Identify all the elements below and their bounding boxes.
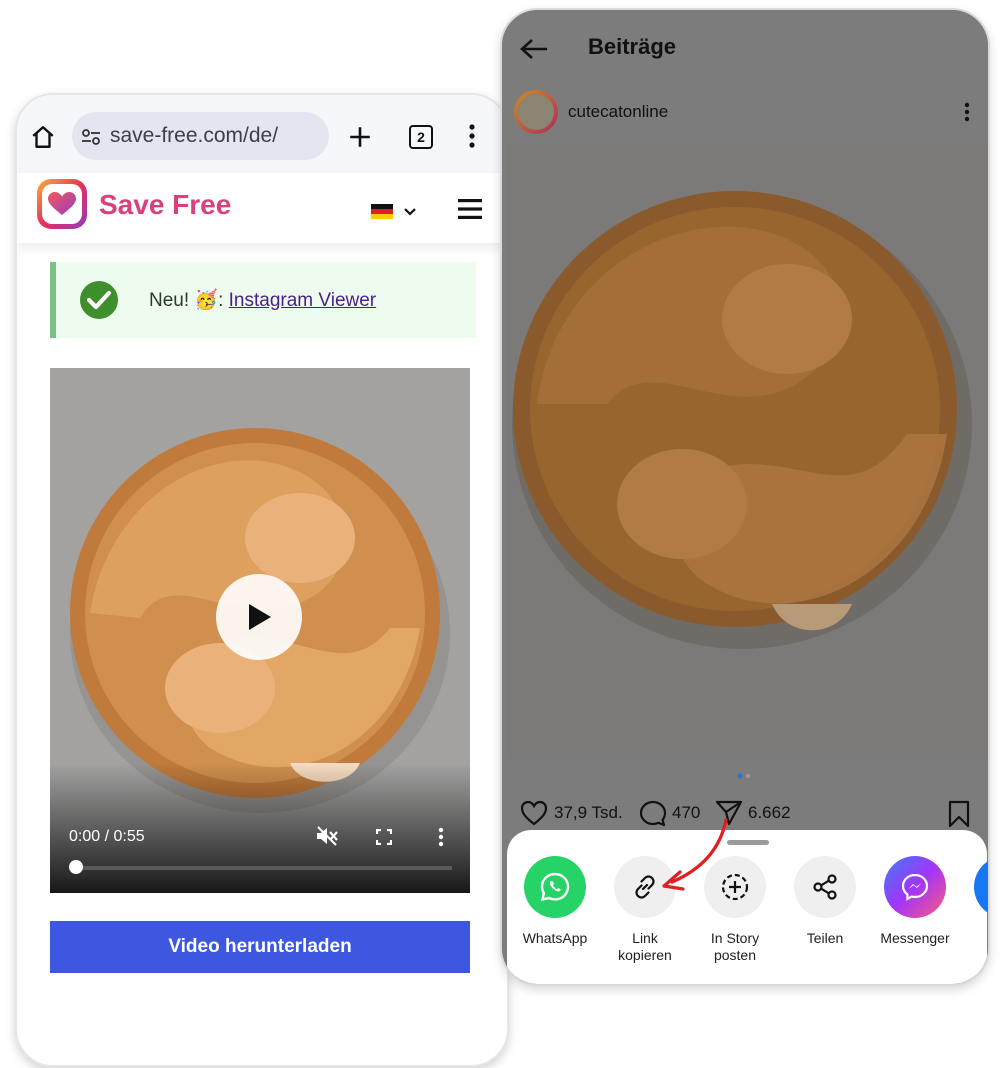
back-arrow-icon[interactable] (520, 38, 548, 60)
home-icon[interactable] (30, 124, 56, 150)
tab-switcher-button[interactable]: 2 (409, 125, 433, 149)
share-add-to-story[interactable]: In Story posten (690, 856, 780, 964)
share-label: Messenger (880, 930, 950, 946)
hamburger-menu-icon[interactable] (458, 199, 482, 219)
german-flag-icon[interactable] (371, 204, 393, 219)
heart-icon[interactable] (520, 800, 548, 826)
instagram-viewer-link[interactable]: Instagram Viewer (229, 290, 377, 311)
page-title: Beiträge (588, 34, 677, 59)
share-label: WhatsApp (522, 930, 588, 946)
mute-icon[interactable] (316, 826, 338, 846)
share-messenger[interactable]: Messenger (870, 856, 960, 947)
heart-icon (48, 192, 76, 215)
seek-handle[interactable] (69, 860, 83, 874)
share-icon (813, 874, 837, 900)
left-phone-browser: save-free.com/de/ 2 Save Free Neu! 🥳: In… (15, 93, 509, 1067)
notice-text: Neu! 🥳: Instagram Viewer (149, 288, 376, 312)
sheet-handle[interactable] (727, 840, 769, 845)
instagram-header: Beiträge cutecatonline (502, 10, 988, 144)
share-copy-link[interactable]: Link kopieren (600, 856, 690, 964)
site-header: Save Free (17, 173, 507, 243)
new-tab-icon[interactable] (347, 124, 373, 150)
video-player[interactable]: 0:00 / 0:55 (50, 368, 470, 893)
logo-frame (42, 184, 82, 224)
checkmark-icon (80, 281, 118, 319)
chevron-down-icon[interactable] (403, 207, 417, 217)
play-icon (249, 604, 271, 630)
right-phone-instagram: Beiträge cutecatonline 37,9 Tsd. 470 6.6… (500, 8, 990, 986)
share-label: Teilen (806, 930, 844, 946)
link-icon (635, 875, 655, 899)
download-video-button[interactable]: Video herunterladen (50, 921, 470, 973)
bookmark-icon[interactable] (948, 800, 970, 828)
whatsapp-circle (524, 856, 586, 918)
video-time: 0:00 / 0:55 (69, 828, 145, 845)
more-vertical-icon[interactable] (467, 123, 477, 149)
messenger-icon (901, 873, 929, 901)
comment-count[interactable]: 470 (672, 803, 700, 823)
avatar-image (518, 94, 554, 130)
tab-count: 2 (417, 129, 425, 145)
comment-icon[interactable] (639, 800, 667, 828)
share-circle (794, 856, 856, 918)
share-general[interactable]: Teilen (780, 856, 870, 947)
username[interactable]: cutecatonline (568, 102, 668, 122)
post-image[interactable] (507, 144, 987, 759)
share-whatsapp[interactable]: WhatsApp (510, 856, 600, 947)
site-settings-icon[interactable] (81, 127, 101, 147)
share-label: In Story posten (710, 930, 760, 963)
fullscreen-icon[interactable] (376, 829, 392, 845)
like-count[interactable]: 37,9 Tsd. (554, 803, 623, 823)
link-circle (614, 856, 676, 918)
brand-name[interactable]: Save Free (99, 189, 231, 221)
share-label: Link kopieren (618, 930, 672, 963)
post-actions-bar: 37,9 Tsd. 470 6.662 (502, 795, 988, 835)
share-count[interactable]: 6.662 (748, 803, 791, 823)
url-text[interactable]: save-free.com/de/ (110, 124, 278, 148)
share-sheet: WhatsApp Link kopieren In Story posten T… (507, 830, 988, 984)
play-button[interactable] (216, 574, 302, 660)
share-facebook[interactable]: F (960, 856, 988, 947)
cat-photo (507, 144, 987, 759)
brand-logo[interactable] (37, 179, 87, 229)
carousel-dots (737, 773, 751, 779)
story-circle (704, 856, 766, 918)
video-more-icon[interactable] (438, 827, 444, 847)
add-story-icon (721, 873, 749, 901)
seek-bar[interactable] (74, 866, 452, 870)
avatar[interactable] (514, 90, 558, 134)
share-label: F (960, 930, 988, 947)
notice-banner: Neu! 🥳: Instagram Viewer (50, 262, 476, 338)
messenger-circle (884, 856, 946, 918)
browser-toolbar: save-free.com/de/ 2 (17, 95, 507, 173)
whatsapp-icon (540, 872, 570, 902)
post-more-icon[interactable] (964, 102, 970, 122)
notice-prefix: Neu! 🥳: (149, 290, 229, 311)
send-icon[interactable] (715, 800, 743, 826)
facebook-circle (974, 856, 988, 918)
